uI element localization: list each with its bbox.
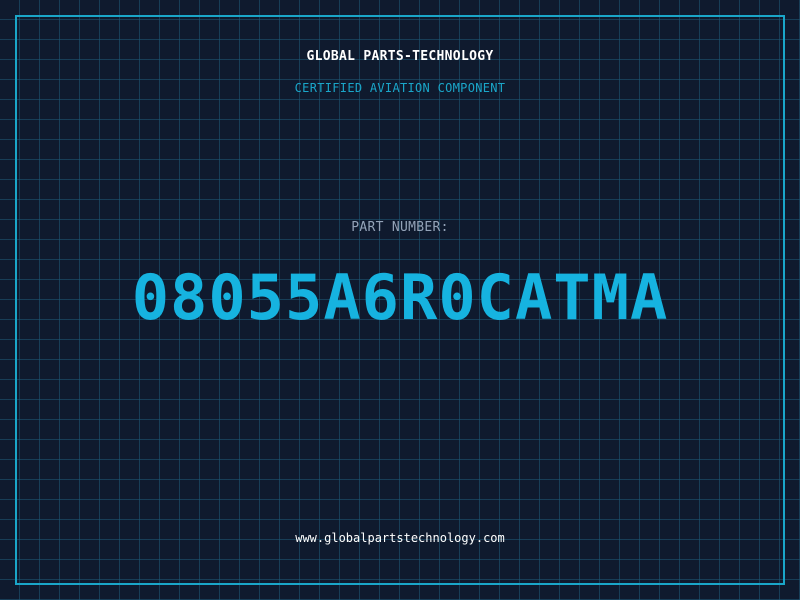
company-name: GLOBAL PARTS-TECHNOLOGY — [306, 49, 494, 64]
part-number-value: 08055A6R0CATMA — [131, 261, 669, 334]
website-link[interactable]: www.globalpartstechnology.com — [0, 531, 800, 545]
certification-subtitle: CERTIFIED AVIATION COMPONENT — [294, 81, 506, 95]
part-number-label: PART NUMBER: — [351, 220, 449, 235]
part-card: GLOBAL PARTS-TECHNOLOGY CERTIFIED AVIATI… — [0, 0, 800, 600]
